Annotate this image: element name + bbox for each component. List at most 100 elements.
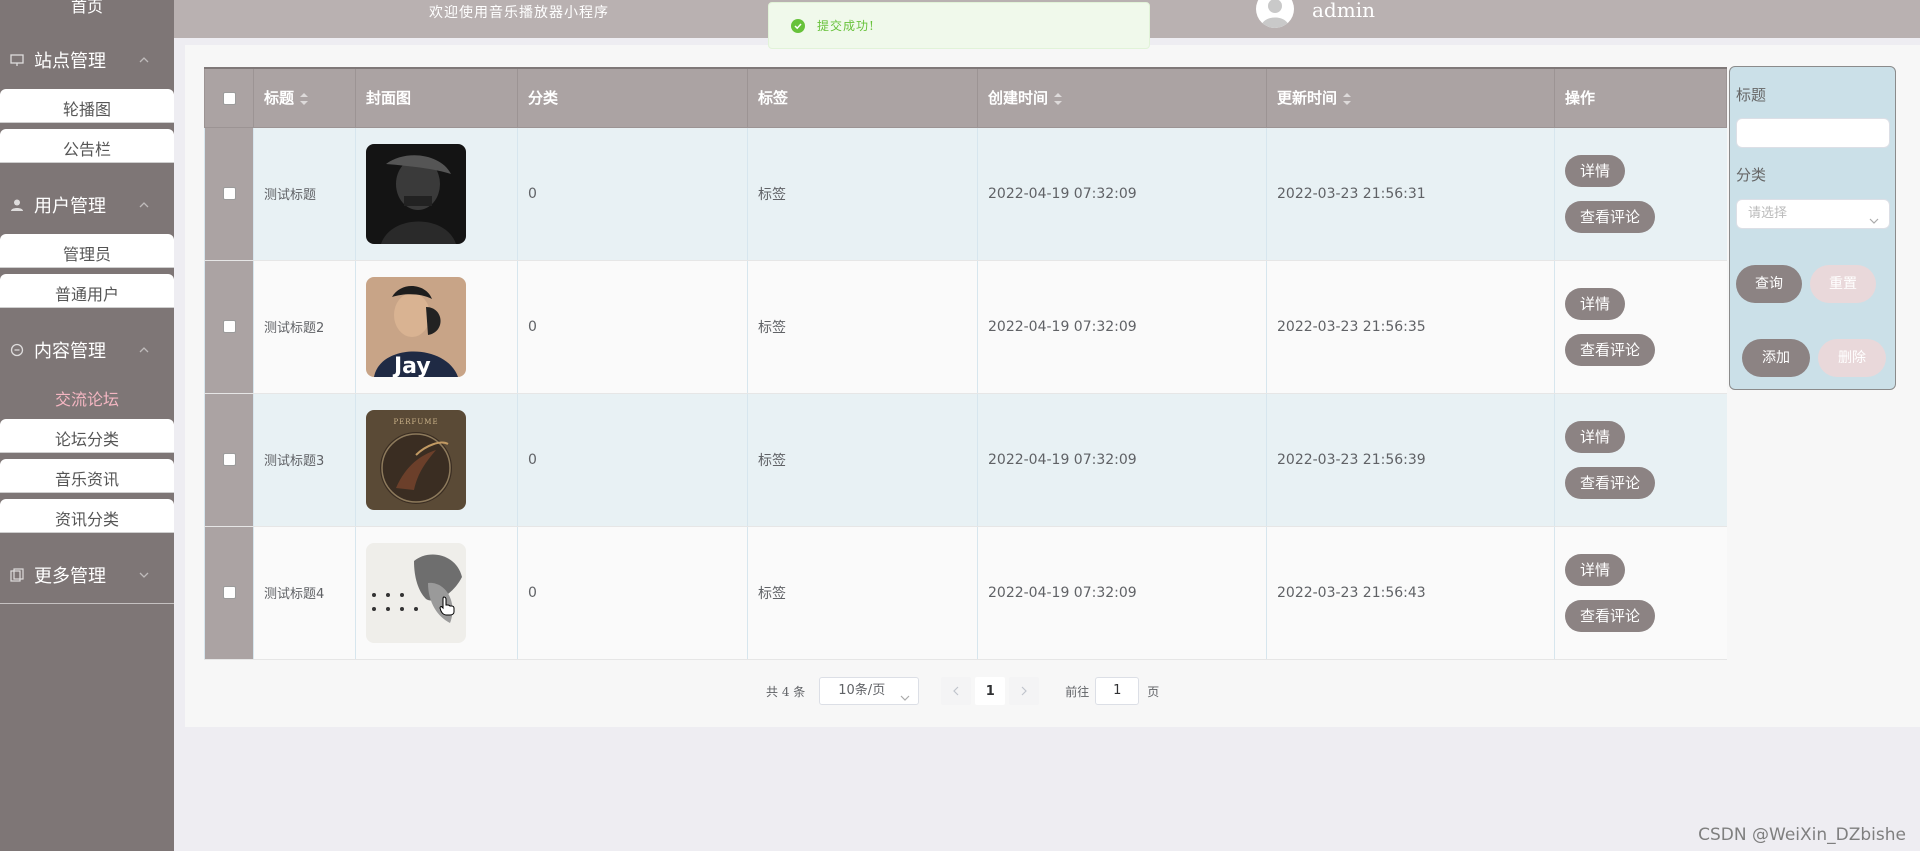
sidebar-group-label: 内容管理 bbox=[34, 341, 106, 362]
column-header-actions: 操作 bbox=[1554, 67, 1727, 128]
cell-updated: 2022-03-23 21:56:35 bbox=[1266, 260, 1555, 394]
watermark: CSDN @WeiXin_DZbishe bbox=[1698, 825, 1906, 845]
cover-image[interactable] bbox=[366, 143, 466, 244]
column-header-cover: 封面图 bbox=[355, 67, 518, 128]
sidebar-group-more[interactable]: 更多管理 bbox=[0, 554, 174, 596]
select-all-checkbox[interactable] bbox=[222, 91, 236, 105]
row-checkbox[interactable] bbox=[222, 187, 236, 200]
add-button[interactable]: 添加 bbox=[1742, 339, 1810, 377]
success-toast: 提交成功! bbox=[768, 2, 1150, 49]
page-number[interactable]: 1 bbox=[975, 677, 1006, 705]
prev-page-button[interactable] bbox=[941, 677, 972, 705]
page-suffix: 页 bbox=[1147, 684, 1160, 699]
toast-message: 提交成功! bbox=[817, 19, 875, 33]
welcome-text: 欢迎使用音乐播放器小程序 bbox=[429, 5, 609, 21]
total-count: 共 4 条 bbox=[766, 684, 806, 699]
sidebar-item-notice[interactable]: 公告栏 bbox=[0, 129, 174, 163]
table-row: 测试标题4 0 标签 2022-04-19 07:32:09 2022-03-2… bbox=[204, 526, 1727, 660]
query-button[interactable]: 查询 bbox=[1736, 265, 1802, 303]
sidebar-item-home[interactable]: 首页 bbox=[0, 0, 174, 16]
cover-image[interactable] bbox=[366, 542, 466, 643]
cover-image[interactable]: PERFUME bbox=[366, 409, 466, 510]
select-all-cell bbox=[204, 67, 254, 128]
username[interactable]: admin bbox=[1312, 0, 1375, 22]
cell-created: 2022-04-19 07:32:09 bbox=[977, 393, 1267, 527]
column-header-title[interactable]: 标题 bbox=[253, 67, 356, 128]
row-select-cell bbox=[204, 393, 254, 527]
cell-actions: 详情 查看评论 bbox=[1554, 526, 1727, 660]
search-panel: 标题 分类 请选择 查询 重置 添加 删除 bbox=[1729, 66, 1896, 390]
sidebar-item-carousel[interactable]: 轮播图 bbox=[0, 89, 174, 123]
sidebar-item-users[interactable]: 普通用户 bbox=[0, 274, 174, 308]
view-comments-button[interactable]: 查看评论 bbox=[1565, 466, 1656, 499]
sort-icon[interactable] bbox=[300, 92, 309, 105]
cell-created: 2022-04-19 07:32:09 bbox=[977, 127, 1267, 261]
sidebar-item-music-news[interactable]: 音乐资讯 bbox=[0, 459, 174, 493]
cell-category: 0 bbox=[517, 526, 748, 660]
sidebar: 首页 站点管理 轮播图 公告栏 用户管理 管理员 普通用户 内容管理 交流论坛 … bbox=[0, 0, 174, 851]
sidebar-group-users[interactable]: 用户管理 bbox=[0, 184, 174, 226]
reset-button[interactable]: 重置 bbox=[1810, 265, 1876, 303]
chevron-right-icon bbox=[1021, 686, 1028, 696]
title-filter-label: 标题 bbox=[1736, 86, 1767, 104]
sort-icon[interactable] bbox=[1054, 92, 1063, 105]
sidebar-divider bbox=[0, 603, 174, 604]
row-select-cell bbox=[204, 260, 254, 394]
table-row: 测试标题 0 标签 2022-04-19 07:32:09 2022-03-23… bbox=[204, 127, 1727, 261]
forum-table: 标题 封面图 分类 标签 创建时间 更新时间 操作 测试标题 0 标签 2022… bbox=[204, 67, 1727, 660]
cell-actions: 详情 查看评论 bbox=[1554, 127, 1727, 261]
cell-tag: 标签 bbox=[747, 526, 978, 660]
cell-actions: 详情 查看评论 bbox=[1554, 393, 1727, 527]
pagination: 共 4 条 10条/页 1 前往 1 页 bbox=[766, 677, 1159, 705]
delete-button[interactable]: 删除 bbox=[1818, 339, 1886, 377]
column-header-created[interactable]: 创建时间 bbox=[977, 67, 1267, 128]
title-search-input[interactable] bbox=[1736, 118, 1890, 148]
cell-cover: Jay bbox=[355, 260, 518, 394]
sidebar-item-forum[interactable]: 交流论坛 bbox=[0, 379, 174, 413]
row-checkbox[interactable] bbox=[222, 586, 236, 599]
cell-category: 0 bbox=[517, 127, 748, 261]
page-size-select[interactable]: 10条/页 bbox=[819, 677, 920, 705]
sidebar-item-forum-category[interactable]: 论坛分类 bbox=[0, 419, 174, 453]
column-header-tag: 标签 bbox=[747, 67, 978, 128]
sidebar-item-news-category[interactable]: 资讯分类 bbox=[0, 499, 174, 533]
category-select[interactable]: 请选择 bbox=[1736, 199, 1890, 229]
view-comments-button[interactable]: 查看评论 bbox=[1565, 200, 1656, 233]
row-checkbox[interactable] bbox=[222, 320, 236, 333]
cover-image[interactable]: Jay bbox=[366, 276, 466, 377]
chevron-up-icon bbox=[138, 54, 150, 66]
sidebar-group-label: 更多管理 bbox=[34, 566, 106, 587]
cell-title: 测试标题3 bbox=[253, 393, 356, 527]
sidebar-group-content[interactable]: 内容管理 bbox=[0, 329, 174, 371]
row-checkbox[interactable] bbox=[222, 453, 236, 466]
cell-title: 测试标题 bbox=[253, 127, 356, 261]
page-size-value: 10条/页 bbox=[838, 683, 886, 698]
row-select-cell bbox=[204, 526, 254, 660]
cell-title: 测试标题4 bbox=[253, 526, 356, 660]
cell-title: 测试标题2 bbox=[253, 260, 356, 394]
cell-category: 0 bbox=[517, 260, 748, 394]
chevron-down-icon bbox=[138, 569, 150, 581]
sidebar-group-label: 用户管理 bbox=[34, 196, 106, 217]
detail-button[interactable]: 详情 bbox=[1565, 287, 1626, 320]
column-header-updated[interactable]: 更新时间 bbox=[1266, 67, 1555, 128]
chevron-down-icon bbox=[900, 687, 910, 701]
next-page-button[interactable] bbox=[1009, 677, 1040, 705]
sort-icon[interactable] bbox=[1343, 92, 1352, 105]
detail-button[interactable]: 详情 bbox=[1565, 553, 1626, 586]
detail-button[interactable]: 详情 bbox=[1565, 154, 1626, 187]
goto-page-input[interactable]: 1 bbox=[1095, 677, 1140, 705]
goto-label: 前往 bbox=[1065, 684, 1090, 699]
cell-category: 0 bbox=[517, 393, 748, 527]
sidebar-item-admin[interactable]: 管理员 bbox=[0, 234, 174, 268]
sidebar-group-site[interactable]: 站点管理 bbox=[0, 39, 174, 81]
view-comments-button[interactable]: 查看评论 bbox=[1565, 599, 1656, 632]
detail-button[interactable]: 详情 bbox=[1565, 420, 1626, 453]
view-comments-button[interactable]: 查看评论 bbox=[1565, 333, 1656, 366]
cell-tag: 标签 bbox=[747, 127, 978, 261]
user-icon bbox=[10, 198, 24, 212]
cell-updated: 2022-03-23 21:56:31 bbox=[1266, 127, 1555, 261]
table-row: 测试标题3 PERFUME 0 标签 2022-04-19 07:32:09 2… bbox=[204, 393, 1727, 527]
table-header-row: 标题 封面图 分类 标签 创建时间 更新时间 操作 bbox=[204, 67, 1727, 128]
avatar[interactable] bbox=[1256, 0, 1294, 28]
